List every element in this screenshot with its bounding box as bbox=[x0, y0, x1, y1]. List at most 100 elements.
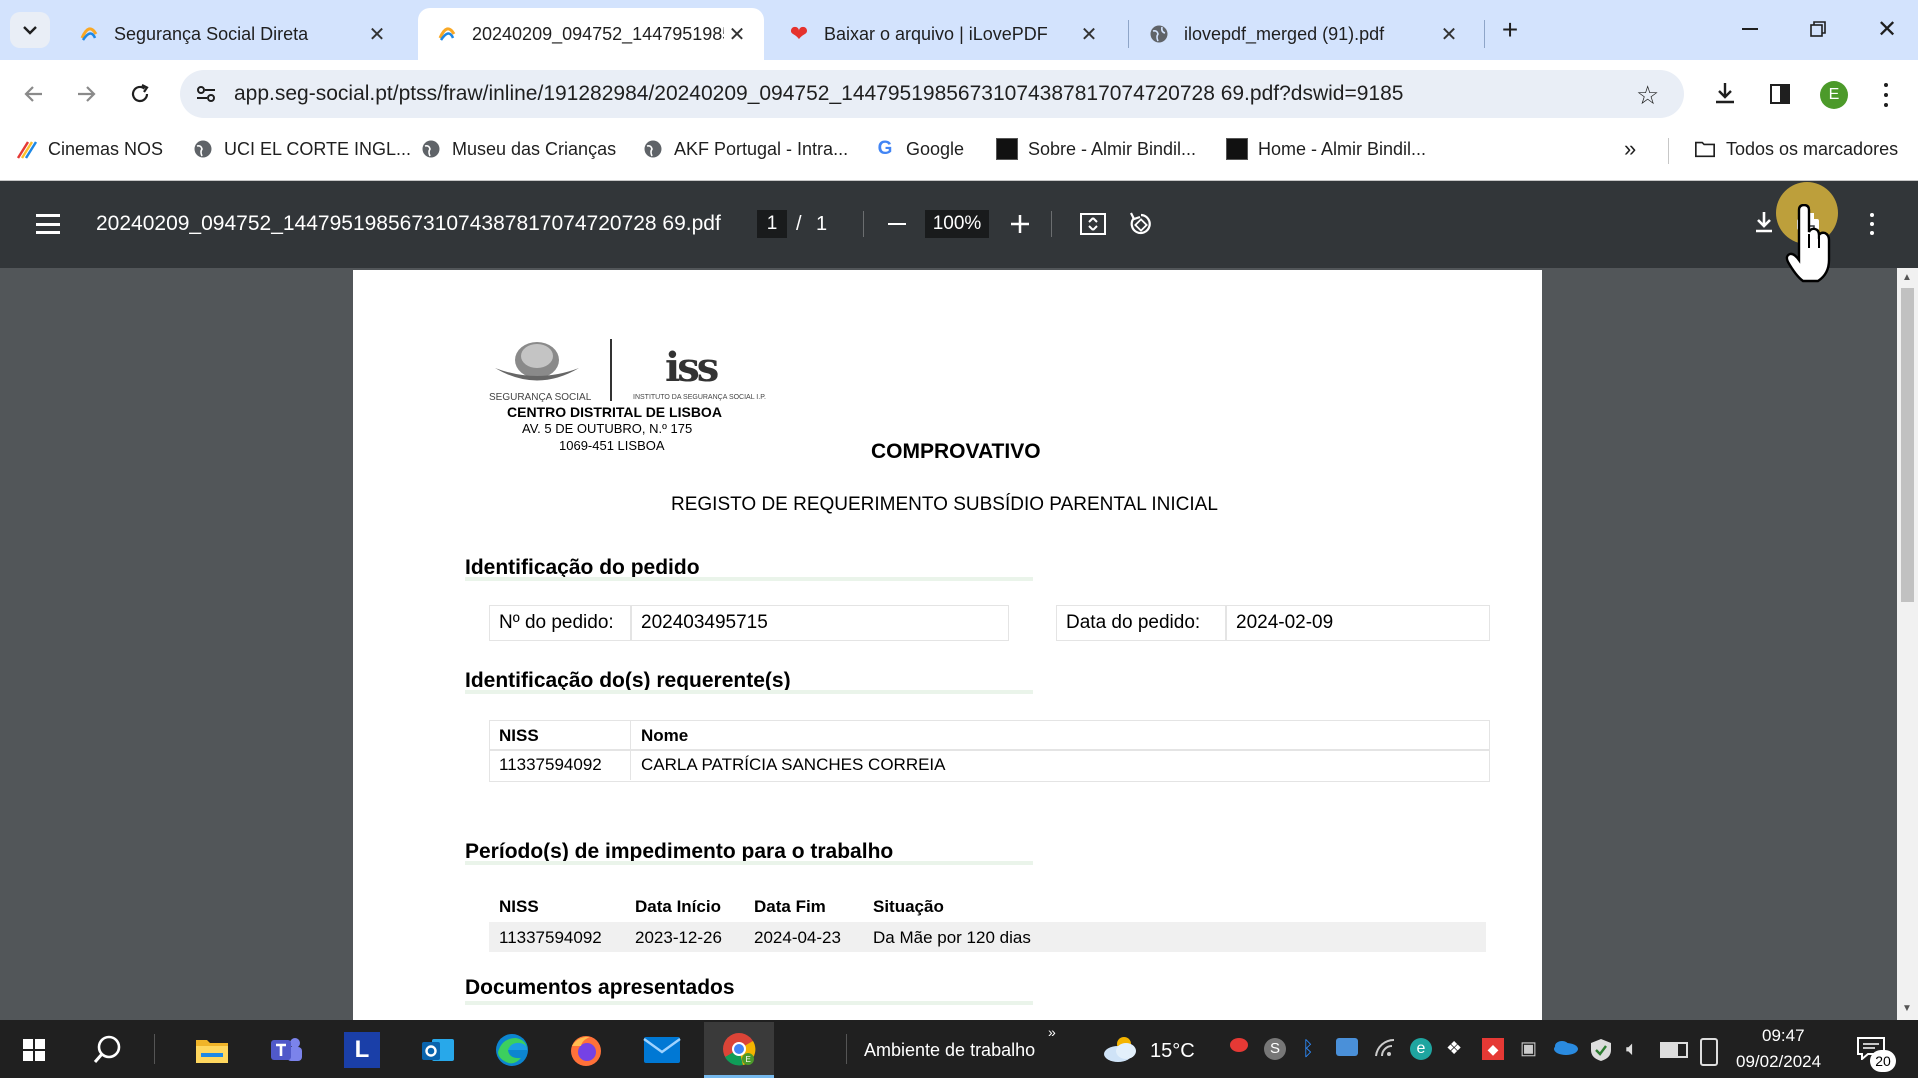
meet-icon[interactable]: ▣ bbox=[1520, 1038, 1537, 1059]
edge-icon[interactable] bbox=[492, 1031, 532, 1069]
forward-button[interactable] bbox=[70, 78, 102, 110]
bookmark-label: Sobre - Almir Bindil... bbox=[1028, 138, 1197, 159]
site-info-icon[interactable] bbox=[194, 82, 220, 108]
bookmark-home-almir[interactable]: Home - Almir Bindil... bbox=[1226, 138, 1426, 160]
bookmark-uci[interactable]: UCI EL CORTE INGL... bbox=[192, 138, 411, 160]
bookmark-museu[interactable]: Museu das Crianças bbox=[420, 138, 616, 160]
tab-pdf-current[interactable]: 20240209_094752_1447951985 ✕ bbox=[418, 8, 764, 60]
bookmark-label: UCI EL CORTE INGL... bbox=[224, 138, 412, 159]
page-number-input[interactable]: 1 bbox=[757, 210, 787, 238]
dropbox-icon[interactable]: ❖ bbox=[1446, 1038, 1462, 1059]
search-button[interactable] bbox=[88, 1030, 128, 1070]
zoom-level-input[interactable]: 100% bbox=[925, 210, 989, 238]
restore-button[interactable] bbox=[1803, 14, 1833, 44]
table-header bbox=[489, 720, 1490, 750]
bookmark-akf[interactable]: AKF Portugal - Intra... bbox=[642, 138, 848, 160]
globe-icon bbox=[420, 138, 442, 160]
cell-nome: CARLA PATRÍCIA SANCHES CORREIA bbox=[641, 755, 946, 774]
tab-ilovepdf[interactable]: ❤ Baixar o arquivo | iLovePDF ✕ bbox=[770, 8, 1116, 60]
office-name: CENTRO DISTRITAL DE LISBOA bbox=[507, 404, 722, 420]
tab-seg-social[interactable]: Segurança Social Direta ✕ bbox=[60, 8, 404, 60]
firefox-icon[interactable] bbox=[566, 1031, 606, 1069]
cell-data-inicio: 2023-12-26 bbox=[635, 928, 722, 947]
url-text[interactable]: app.seg-social.pt/ptss/fraw/inline/19128… bbox=[234, 82, 1403, 106]
search-icon bbox=[93, 1035, 121, 1063]
tablet-icon[interactable] bbox=[1700, 1038, 1718, 1066]
bookmark-google[interactable]: G Google bbox=[874, 138, 964, 160]
hand-cursor-icon bbox=[1782, 203, 1832, 286]
tray-app-icon[interactable] bbox=[1336, 1038, 1358, 1056]
chrome-taskbar-button[interactable]: E bbox=[704, 1022, 774, 1078]
onedrive-icon[interactable] bbox=[1552, 1038, 1580, 1061]
fit-page-button[interactable] bbox=[1078, 210, 1108, 238]
battery-icon[interactable] bbox=[1660, 1038, 1688, 1058]
file-explorer-icon[interactable] bbox=[192, 1032, 232, 1068]
mail-icon[interactable] bbox=[642, 1032, 682, 1068]
col-header-data-fim: Data Fim bbox=[754, 897, 826, 916]
close-icon[interactable]: ✕ bbox=[1076, 22, 1102, 47]
bookmark-label: Cinemas NOS bbox=[48, 138, 164, 159]
volume-icon[interactable]: 🔈︎ bbox=[1626, 1038, 1638, 1061]
globe-icon bbox=[1148, 23, 1170, 45]
toolbar-overflow-icon[interactable]: » bbox=[1048, 1024, 1056, 1040]
pdf-more-actions-icon[interactable] bbox=[1866, 210, 1878, 238]
clock-time[interactable]: 09:47 bbox=[1762, 1026, 1805, 1046]
bluetooth-icon[interactable]: ᛒ bbox=[1302, 1038, 1314, 1061]
close-icon[interactable]: ✕ bbox=[724, 22, 750, 47]
teams-icon[interactable] bbox=[266, 1032, 306, 1068]
tray-record-icon[interactable] bbox=[1230, 1038, 1248, 1052]
desktop-toolbar-label[interactable]: Ambiente de trabalho bbox=[864, 1040, 1035, 1061]
bookmarks-overflow-icon[interactable]: » bbox=[1624, 136, 1636, 162]
clock-date[interactable]: 09/02/2024 bbox=[1736, 1052, 1821, 1072]
weather-icon[interactable] bbox=[1100, 1034, 1140, 1064]
new-tab-button[interactable]: + bbox=[1494, 14, 1526, 46]
scroll-up-arrow[interactable]: ▲ bbox=[1902, 272, 1912, 283]
bookmark-sobre-almir[interactable]: Sobre - Almir Bindil... bbox=[996, 138, 1196, 160]
side-panel-button[interactable] bbox=[1768, 82, 1794, 108]
reload-button[interactable] bbox=[124, 78, 156, 110]
chevron-down-icon bbox=[23, 26, 37, 35]
profile-avatar[interactable]: E bbox=[1820, 81, 1848, 109]
back-button[interactable] bbox=[18, 78, 50, 110]
security-shield-icon[interactable] bbox=[1590, 1038, 1612, 1067]
download-icon bbox=[1716, 83, 1734, 104]
downloads-button[interactable] bbox=[1712, 80, 1742, 110]
anydesk-icon[interactable]: ◆ bbox=[1482, 1038, 1504, 1060]
outlook-icon[interactable] bbox=[418, 1032, 458, 1068]
close-window-button[interactable]: ✕ bbox=[1872, 12, 1902, 46]
document-subtitle: REGISTO DE REQUERIMENTO SUBSÍDIO PARENTA… bbox=[671, 494, 1218, 515]
scroll-down-arrow[interactable]: ▼ bbox=[1902, 1003, 1912, 1014]
edge-tray-icon[interactable]: e bbox=[1410, 1038, 1432, 1060]
col-header-data-inicio: Data Início bbox=[635, 897, 721, 916]
close-icon[interactable]: ✕ bbox=[364, 22, 390, 47]
section-documentos-apresentados: Documentos apresentados bbox=[465, 976, 735, 999]
cell-situacao: Da Mãe por 120 dias bbox=[873, 928, 1031, 947]
minimize-button[interactable] bbox=[1735, 14, 1765, 44]
tab-search-button[interactable] bbox=[10, 12, 50, 48]
bookmark-star-icon[interactable]: ☆ bbox=[1636, 80, 1659, 111]
zoom-in-button[interactable] bbox=[1006, 210, 1034, 238]
rotate-button[interactable] bbox=[1126, 210, 1156, 238]
tab-title: 20240209_094752_1447951985 bbox=[472, 23, 724, 44]
skype-icon[interactable]: S bbox=[1264, 1038, 1286, 1060]
pdf-sidebar-menu-icon[interactable] bbox=[36, 214, 60, 234]
zoom-out-button[interactable] bbox=[883, 210, 911, 238]
chrome-icon: E bbox=[723, 1032, 756, 1065]
tab-merged-pdf[interactable]: ilovepdf_merged (91).pdf ✕ bbox=[1130, 8, 1476, 60]
page-separator: / bbox=[796, 213, 802, 235]
scrollbar-thumb[interactable] bbox=[1901, 288, 1914, 602]
close-icon[interactable]: ✕ bbox=[1436, 22, 1462, 47]
start-button[interactable] bbox=[14, 1032, 54, 1068]
menu-kebab-icon[interactable] bbox=[1880, 80, 1892, 110]
all-bookmarks-folder[interactable]: Todos os marcadores bbox=[1694, 138, 1898, 160]
reload-icon bbox=[131, 84, 149, 103]
weather-temperature[interactable]: 15°C bbox=[1150, 1040, 1195, 1063]
wifi-icon[interactable] bbox=[1374, 1038, 1396, 1063]
office-address-line1: AV. 5 DE OUTUBRO, N.º 175 bbox=[522, 421, 693, 436]
l-app-icon[interactable]: L bbox=[344, 1032, 380, 1068]
bookmark-label: Todos os marcadores bbox=[1726, 138, 1899, 159]
bookmark-cinemas-nos[interactable]: Cinemas NOS bbox=[16, 138, 163, 160]
iss-logo: iss bbox=[665, 344, 719, 391]
plus-icon bbox=[1011, 215, 1029, 233]
cinemas-nos-icon bbox=[16, 138, 38, 160]
